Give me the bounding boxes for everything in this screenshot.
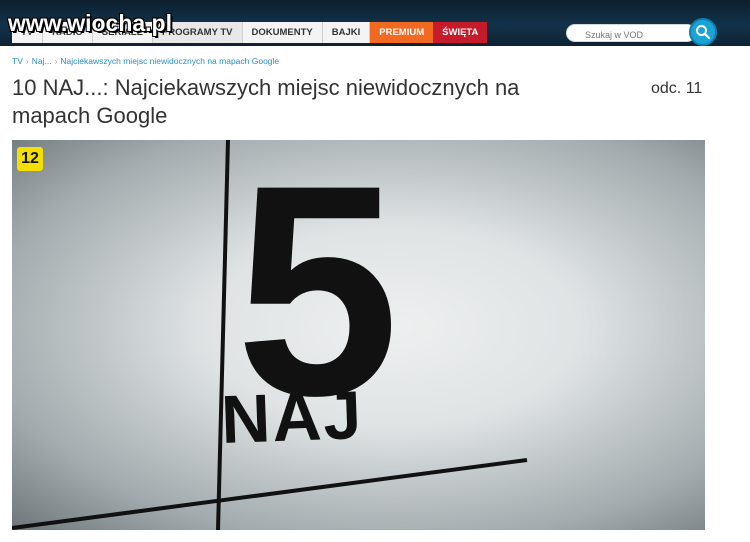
search-box (566, 24, 696, 43)
breadcrumb-separator: › (25, 56, 29, 66)
breadcrumb-separator: › (54, 56, 58, 66)
watermark-logo: www.wiocha.pl (8, 10, 172, 36)
search-icon (696, 25, 711, 40)
nav-item-bajki[interactable]: BAJKI (322, 22, 371, 43)
breadcrumb-item-tv[interactable]: TV (12, 56, 23, 66)
page-side-margin (706, 46, 750, 542)
video-player[interactable]: 5 NAJ 12 (12, 140, 705, 530)
nav-item-swieta[interactable]: ŚWIĘTA (433, 22, 488, 43)
nav-item-premium[interactable]: PREMIUM (370, 22, 434, 43)
show-logo-text: NAJ (219, 377, 365, 458)
page-title: 10 NAJ...: Najciekawszych miejsc niewido… (12, 75, 520, 128)
episode-number: odc. 11 (651, 80, 703, 97)
breadcrumb-item-naj[interactable]: Naj... (32, 56, 52, 66)
search-button[interactable] (689, 18, 717, 46)
breadcrumb: TV › Naj... › Najciekawszych miejsc niewidoc… (12, 56, 279, 66)
breadcrumb-item-current[interactable]: Najciekawszych miejsc niewidocznych na m… (60, 56, 279, 66)
age-rating-badge: 12 (17, 147, 43, 171)
search-input[interactable] (567, 27, 695, 43)
nav-item-dokumenty[interactable]: DOKUMENTY (242, 22, 323, 43)
